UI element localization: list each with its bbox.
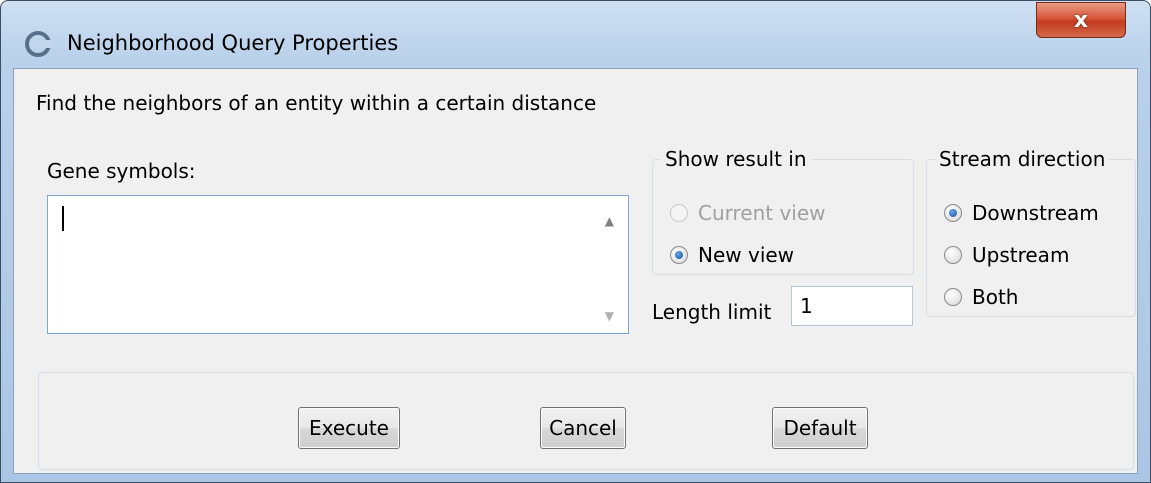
stream-direction-legend: Stream direction <box>939 147 1106 171</box>
radio-new-view-label: New view <box>698 243 795 267</box>
radio-downstream-label: Downstream <box>972 201 1099 225</box>
gene-symbols-textarea[interactable]: ▲ ▼ <box>47 195 629 334</box>
radio-upstream-label: Upstream <box>972 243 1070 267</box>
radio-current-view[interactable]: Current view <box>670 201 826 225</box>
window-title: Neighborhood Query Properties <box>67 31 399 55</box>
cancel-button[interactable]: Cancel <box>540 407 626 449</box>
stream-direction-group: Stream direction Downstream Upstream Bot… <box>926 147 1136 317</box>
radio-current-view-indicator[interactable] <box>670 204 688 222</box>
radio-both-label: Both <box>972 285 1019 309</box>
radio-upstream-indicator[interactable] <box>944 246 962 264</box>
scroll-up-arrow-icon[interactable]: ▲ <box>605 214 614 228</box>
execute-button[interactable]: Execute <box>298 407 400 449</box>
radio-downstream[interactable]: Downstream <box>944 201 1099 225</box>
scroll-down-arrow-icon[interactable]: ▼ <box>605 309 614 323</box>
text-cursor <box>62 206 64 231</box>
show-result-legend: Show result in <box>665 147 807 171</box>
dialog-description: Find the neighbors of an entity within a… <box>36 91 597 115</box>
close-button[interactable]: x <box>1036 2 1126 38</box>
radio-current-view-label: Current view <box>698 201 826 225</box>
title-bar[interactable]: Neighborhood Query Properties x <box>1 1 1150 61</box>
app-logo-icon <box>25 31 51 57</box>
dialog-window: Neighborhood Query Properties x Find the… <box>0 0 1151 483</box>
length-limit-label: Length limit <box>652 300 772 324</box>
length-limit-input[interactable] <box>791 286 913 326</box>
radio-new-view[interactable]: New view <box>670 243 794 267</box>
dialog-body: Find the neighbors of an entity within a… <box>13 68 1138 474</box>
show-result-group: Show result in Current view New view <box>652 147 914 275</box>
gene-symbols-label: Gene symbols: <box>47 159 196 183</box>
button-panel: Execute Cancel Default <box>38 372 1134 470</box>
radio-both-indicator[interactable] <box>944 288 962 306</box>
radio-downstream-indicator[interactable] <box>944 204 962 222</box>
close-icon: x <box>1073 7 1089 33</box>
radio-both[interactable]: Both <box>944 285 1018 309</box>
radio-upstream[interactable]: Upstream <box>944 243 1069 267</box>
default-button[interactable]: Default <box>772 407 868 449</box>
radio-new-view-indicator[interactable] <box>670 246 688 264</box>
